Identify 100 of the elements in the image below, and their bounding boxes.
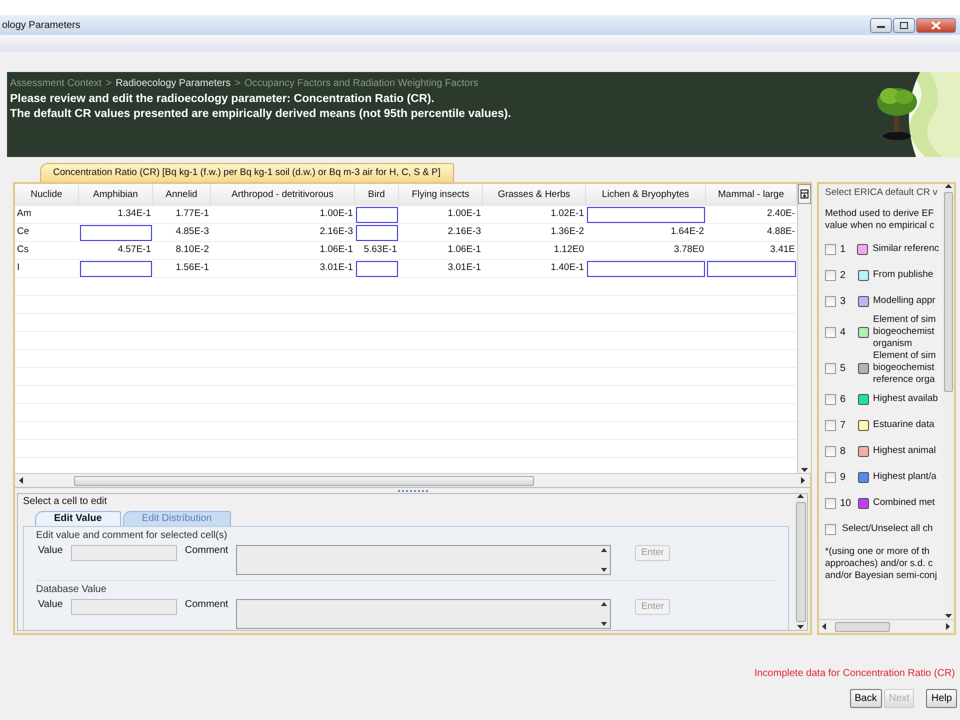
table-cell: 2.16E-3	[211, 224, 355, 242]
vertical-scrollbar[interactable]	[794, 494, 807, 630]
scroll-up-icon	[945, 184, 952, 189]
empty-cell[interactable]	[356, 225, 398, 241]
column-header[interactable]: Bird	[355, 184, 399, 206]
value-field[interactable]	[70, 599, 177, 615]
footnote: *(using one or more of th approaches) and/or s.d. c and/or Bayesian semi-conj	[825, 546, 938, 582]
table-cell: 1.36E-2	[483, 224, 586, 242]
scroll-up-icon	[600, 548, 607, 552]
method-description: Method used to derive EF value when no empirical c	[825, 208, 936, 232]
breadcrumb-item[interactable]: Radioecology Parameters	[116, 76, 231, 91]
checkbox[interactable]	[825, 362, 836, 374]
column-header[interactable]: Amphibian	[79, 184, 153, 206]
table-cell: 4.85E-3	[153, 224, 211, 242]
method-label: Element of sim biogeochemist organism	[873, 314, 936, 350]
empty-cell[interactable]	[587, 207, 705, 223]
tab[interactable]: Edit Value	[35, 511, 121, 526]
method-number: 5	[840, 362, 847, 376]
empty-cell[interactable]	[80, 261, 152, 277]
splitter-handle[interactable]	[398, 490, 428, 492]
header-text: Please review and edit the radioecology parameter: Concentration Ratio (CR).	[10, 92, 436, 107]
column-chooser-button[interactable]	[798, 184, 811, 204]
checkbox[interactable]	[825, 498, 836, 509]
method-label: From publishe	[873, 269, 934, 282]
checkbox[interactable]	[825, 524, 836, 535]
column-header[interactable]: Arthropod - detritivorous	[211, 184, 355, 206]
column-chooser-icon	[800, 189, 809, 199]
field-label: Comment	[184, 599, 228, 611]
table-cell: 8.10E-2	[153, 242, 211, 260]
table-cell: 1.06E-1	[399, 242, 483, 260]
table-cell: 5.63E-1	[355, 242, 399, 260]
checkbox[interactable]	[825, 296, 836, 307]
table-cell: 1.77E-1	[153, 206, 211, 224]
table-cell: 1.34E-1	[79, 206, 153, 224]
checkbox[interactable]	[825, 420, 836, 431]
empty-cell[interactable]	[707, 261, 796, 277]
horizontal-scrollbar[interactable]	[15, 473, 810, 487]
horizontal-scrollbar[interactable]	[819, 619, 954, 633]
vertical-scrollbar[interactable]	[943, 184, 954, 619]
column-header[interactable]: Annelid	[153, 184, 211, 206]
breadcrumb-separator: >	[234, 77, 240, 91]
table-cell: Cs	[15, 242, 79, 260]
checkbox[interactable]	[825, 326, 836, 338]
dialog-button[interactable]: Back	[850, 689, 882, 708]
restore-icon	[899, 20, 909, 30]
table-cell: 1.64E-2	[586, 224, 706, 242]
checkbox[interactable]	[825, 472, 836, 483]
column-header[interactable]: Grasses & Herbs	[483, 184, 586, 206]
breadcrumb-item[interactable]: Occupancy Factors and Radiation Weighting Factors	[244, 76, 478, 91]
method-label: Combined met	[873, 497, 935, 510]
empty-cell[interactable]	[356, 261, 398, 277]
method-label: Highest plant/a	[873, 471, 936, 484]
table-cell: 3.78E0	[586, 242, 706, 260]
empty-cell[interactable]	[587, 261, 705, 277]
scroll-left-icon	[19, 477, 24, 484]
field-label: Value	[38, 599, 63, 611]
comment-field[interactable]	[236, 545, 612, 575]
checkbox[interactable]	[825, 270, 836, 281]
scroll-right-icon	[801, 477, 806, 484]
column-header[interactable]: Mammal - large	[706, 184, 797, 206]
scroll-down-icon	[600, 568, 607, 572]
method-number: 7	[840, 418, 847, 433]
table-cell: 1.02E-1	[483, 206, 586, 224]
comment-field[interactable]	[236, 599, 612, 629]
method-label: Modelling appr	[873, 295, 936, 308]
table-cell: I	[15, 260, 79, 278]
breadcrumb-item[interactable]: Assessment Context	[10, 76, 102, 91]
table-cell: 1.00E-1	[399, 206, 483, 224]
method-number: 6	[840, 392, 847, 407]
minimize-button[interactable]	[870, 18, 892, 32]
table-cell: 3.01E-1	[399, 260, 483, 278]
checkbox[interactable]	[825, 446, 836, 457]
method-number: 1	[840, 242, 847, 257]
checkbox[interactable]	[825, 244, 836, 255]
column-header[interactable]: Flying insects	[399, 184, 483, 206]
checkbox[interactable]	[825, 394, 836, 405]
window-title: ology Parameters	[2, 18, 80, 32]
close-button[interactable]	[916, 18, 956, 32]
value-field[interactable]	[70, 545, 177, 561]
method-label: Highest availab	[873, 393, 938, 406]
header-text: The default CR values presented are empirically derived means (not 95th percentile values).	[10, 107, 512, 122]
method-number: 3	[840, 294, 847, 309]
dialog-button[interactable]: Help	[926, 689, 957, 708]
empty-cell[interactable]	[80, 225, 152, 241]
table-cell: 1.56E-1	[153, 260, 211, 278]
status-message: Incomplete data for Concentration Ratio (CR)	[754, 667, 955, 681]
table-cell: 4.57E-1	[79, 242, 153, 260]
empty-cell[interactable]	[356, 207, 398, 223]
maximize-button[interactable]	[893, 18, 915, 32]
table-cell: Am	[15, 206, 79, 224]
scroll-right-icon	[946, 623, 951, 630]
scroll-up-icon	[600, 602, 607, 606]
scroll-down-icon	[945, 614, 952, 619]
parameter-tab[interactable]: Concentration Ratio (CR) [Bq kg-1 (f.w.) per Bq kg-1 soil (d.w.) or Bq m-3 air for H, C, S & P]	[40, 162, 454, 182]
table-cell: 1.06E-1	[211, 242, 355, 260]
edit-prompt: Select a cell to edit	[23, 496, 108, 508]
column-header[interactable]: Lichen & Bryophytes	[586, 184, 706, 206]
column-header[interactable]: Nuclide	[15, 184, 79, 206]
table-cell: 1.00E-1	[211, 206, 355, 224]
vertical-scrollbar[interactable]	[797, 184, 811, 473]
